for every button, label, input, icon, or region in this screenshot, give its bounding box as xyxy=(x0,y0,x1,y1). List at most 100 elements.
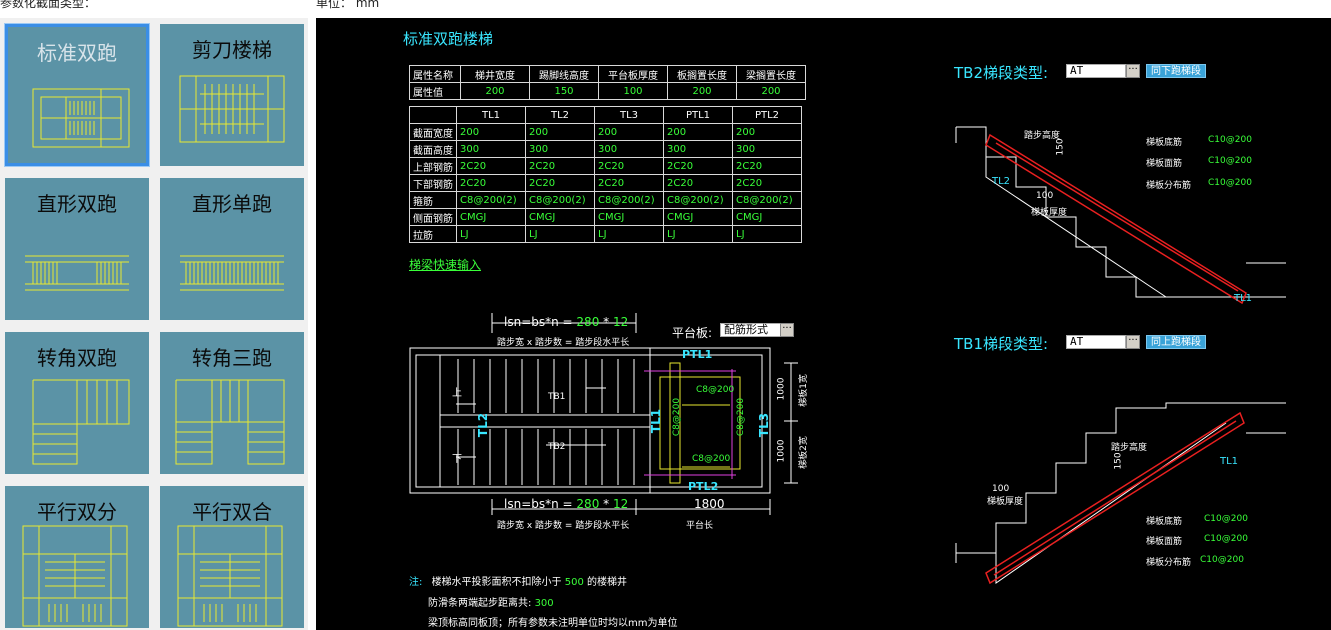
beam-value-cell[interactable]: C8@200(2) xyxy=(663,191,733,209)
beam-value-cell[interactable]: 300 xyxy=(456,140,526,158)
header-cell: 平台板厚度 xyxy=(598,65,668,83)
beam-value-cell[interactable]: 2C20 xyxy=(663,174,733,192)
beam-value-cell[interactable]: CMGJ xyxy=(663,208,733,226)
lsn-star: * xyxy=(603,497,610,511)
beam-bearing-value[interactable]: 200 xyxy=(736,82,806,100)
tb1-top-rebar-value[interactable]: C10@200 xyxy=(1204,534,1248,544)
beam-value-cell[interactable]: 2C20 xyxy=(456,157,526,175)
slab-bearing-value[interactable]: 200 xyxy=(667,82,737,100)
table-row: 侧面钢筋 CMGJ CMGJ CMGJ CMGJ CMGJ xyxy=(409,208,802,226)
lsn-prefix: lsn=bs*n = xyxy=(504,315,573,329)
tb1-same-as-upper-button[interactable]: 同上跑梯段 xyxy=(1146,335,1206,349)
tile-straight-single[interactable]: 直形单跑 xyxy=(160,178,304,320)
tb1-bottom-rebar-value[interactable]: C10@200 xyxy=(1204,514,1248,524)
beam-value-cell[interactable]: LJ xyxy=(456,225,526,243)
rebar-v1-label[interactable]: C8@200 xyxy=(672,398,682,436)
beam-value-cell[interactable]: 2C20 xyxy=(594,157,664,175)
beam-value-cell[interactable]: 300 xyxy=(525,140,595,158)
tb1-top-rebar: 梯板面筋 xyxy=(1146,537,1183,547)
row-label: 截面高度 xyxy=(409,140,457,158)
platform-thickness-value[interactable]: 100 xyxy=(598,82,668,100)
tb1-dist-rebar-value[interactable]: C10@200 xyxy=(1200,555,1244,565)
tb2-dist-rebar-value[interactable]: C10@200 xyxy=(1208,178,1252,188)
note-line-3: 梁顶标高同板顶；所有参数未注明单位时均以mm为单位 xyxy=(428,618,678,629)
header-cell: 板搁置长度 xyxy=(667,65,737,83)
beam-value-cell[interactable]: 200 xyxy=(456,123,526,141)
tile-standard-double[interactable]: 标准双跑 xyxy=(5,24,149,166)
platform-more-button[interactable]: ··· xyxy=(780,323,794,337)
row-label: 截面宽度 xyxy=(409,123,457,141)
header-cell: 梯井宽度 xyxy=(460,65,530,83)
tb2-tl1-label: TL1 xyxy=(1234,293,1253,304)
tb1-more-button[interactable]: ··· xyxy=(1126,335,1140,349)
beam-value-cell[interactable]: LJ xyxy=(594,225,664,243)
tile-corner-triple[interactable]: 转角三跑 xyxy=(160,332,304,474)
rebar-v2-label[interactable]: C8@200 xyxy=(736,398,746,436)
lsn-n-value[interactable]: 12 xyxy=(613,497,628,511)
beam-value-cell[interactable]: 2C20 xyxy=(732,174,802,192)
beam-value-cell[interactable]: 2C20 xyxy=(663,157,733,175)
stairwell-width-value[interactable]: 200 xyxy=(460,82,530,100)
beam-value-cell[interactable]: 2C20 xyxy=(732,157,802,175)
quick-input-link[interactable]: 梯梁快速输入 xyxy=(409,256,481,273)
beam-value-cell[interactable]: C8@200(2) xyxy=(525,191,595,209)
beam-value-cell[interactable]: 300 xyxy=(594,140,664,158)
beam-value-cell[interactable]: CMGJ xyxy=(594,208,664,226)
tb2-section-drawing xyxy=(955,126,1286,305)
beam-value-cell[interactable]: 2C20 xyxy=(456,174,526,192)
beam-value-cell[interactable]: C8@200(2) xyxy=(594,191,664,209)
beam-value-cell[interactable]: 2C20 xyxy=(594,174,664,192)
lsn-bs-value[interactable]: 280 xyxy=(576,497,599,511)
tl2-plan-label: TL2 xyxy=(476,412,491,438)
beam-value-cell[interactable]: LJ xyxy=(663,225,733,243)
lsn-n-value[interactable]: 12 xyxy=(613,315,628,329)
table-row: 上部钢筋 2C20 2C20 2C20 2C20 2C20 xyxy=(409,157,802,175)
lsn-bs-value[interactable]: 280 xyxy=(576,315,599,329)
property-table: 属性名称 梯井宽度 踢脚线高度 平台板厚度 板搁置长度 梁搁置长度 属性值 20… xyxy=(409,65,806,100)
beam-value-cell[interactable]: C8@200(2) xyxy=(456,191,526,209)
rebar-top-label[interactable]: C8@200 xyxy=(696,385,734,395)
beam-value-cell[interactable]: 2C20 xyxy=(525,174,595,192)
tile-parallel-split[interactable]: 平行双分 xyxy=(5,486,149,628)
tb2-top-rebar: 梯板面筋 xyxy=(1146,159,1183,169)
beam-value-cell[interactable]: 200 xyxy=(732,123,802,141)
note-value[interactable]: 500 xyxy=(565,577,584,588)
beam-value-cell[interactable]: 300 xyxy=(732,140,802,158)
header-cell: TL1 xyxy=(456,106,526,124)
tile-scissor[interactable]: 剪刀楼梯 xyxy=(160,24,304,166)
slab1-width-label: 梯板1宽 xyxy=(798,374,809,407)
kickline-height-value[interactable]: 150 xyxy=(529,82,599,100)
tb2-dim100: 100 xyxy=(1036,191,1054,201)
beam-value-cell[interactable]: CMGJ xyxy=(732,208,802,226)
beam-value-cell[interactable]: 200 xyxy=(594,123,664,141)
rebar-bottom-label[interactable]: C8@200 xyxy=(692,454,730,464)
tb2-dim150: 150 xyxy=(1055,138,1066,156)
beam-value-cell[interactable]: CMGJ xyxy=(456,208,526,226)
beam-value-cell[interactable]: 2C20 xyxy=(525,157,595,175)
platform-length-value[interactable]: 1800 xyxy=(694,497,725,511)
parallel-split-icon xyxy=(22,525,128,627)
beam-value-cell[interactable]: LJ xyxy=(525,225,595,243)
lsn-star: * xyxy=(603,315,610,329)
cad-drawing-panel: 标准双跑楼梯 属性名称 梯井宽度 踢脚线高度 平台板厚度 板搁置长度 梁搁置长度… xyxy=(316,18,1331,630)
tb1-type-input[interactable]: AT xyxy=(1066,335,1126,349)
tb2-top-rebar-value[interactable]: C10@200 xyxy=(1208,156,1252,166)
beam-value-cell[interactable]: 200 xyxy=(663,123,733,141)
beam-value-cell[interactable]: LJ xyxy=(732,225,802,243)
tile-corner-double[interactable]: 转角双跑 xyxy=(5,332,149,474)
tb2-dist-rebar: 梯板分布筋 xyxy=(1146,181,1192,191)
note-value[interactable]: 300 xyxy=(535,598,554,609)
beam-value-cell[interactable]: C8@200(2) xyxy=(732,191,802,209)
lsn-formula-top: lsn=bs*n = 280 * 12 xyxy=(504,315,628,329)
tile-parallel-merge[interactable]: 平行双合 xyxy=(160,486,304,628)
tb2-type-input[interactable]: AT xyxy=(1066,64,1126,78)
beam-value-cell[interactable]: 200 xyxy=(525,123,595,141)
section-type-label: 参数化截面类型： xyxy=(0,0,97,10)
tb2-more-button[interactable]: ··· xyxy=(1126,64,1140,78)
beam-value-cell[interactable]: 300 xyxy=(663,140,733,158)
tb2-bottom-rebar-value[interactable]: C10@200 xyxy=(1208,135,1252,145)
tile-straight-double[interactable]: 直形双跑 xyxy=(5,178,149,320)
tb2-same-as-lower-button[interactable]: 同下跑梯段 xyxy=(1146,64,1206,78)
beam-value-cell[interactable]: CMGJ xyxy=(525,208,595,226)
row-label: 拉筋 xyxy=(409,225,457,243)
